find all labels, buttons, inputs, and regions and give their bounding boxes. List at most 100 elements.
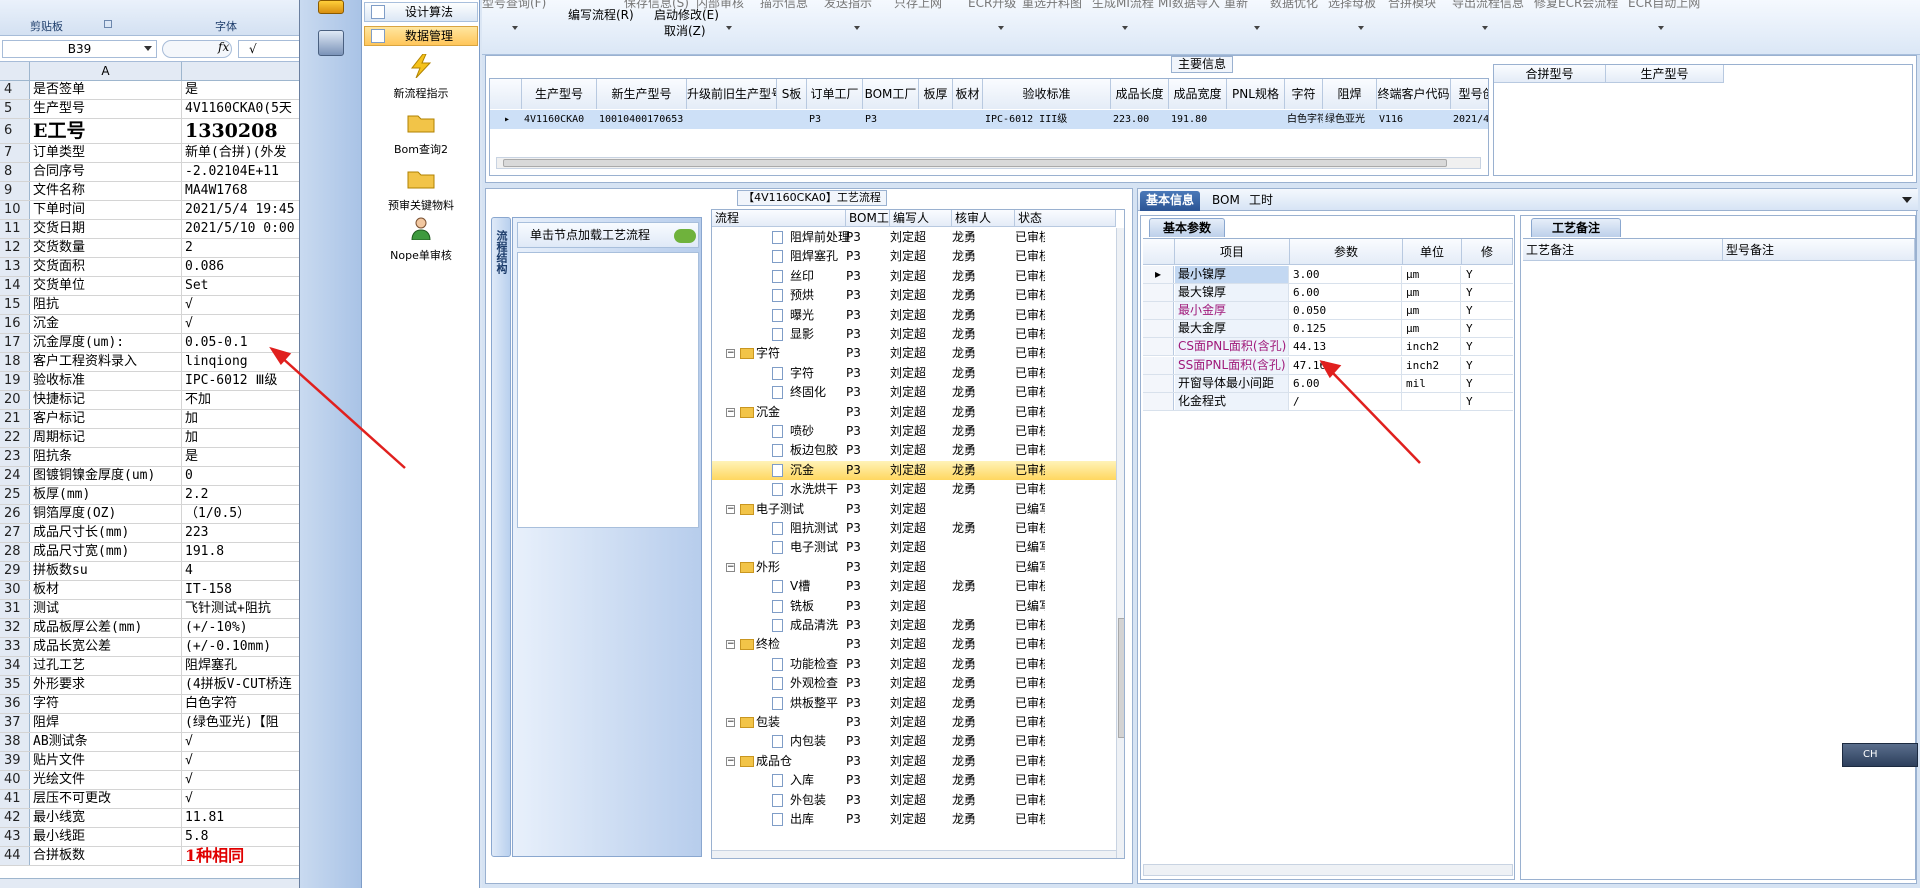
model-grid-cell[interactable]: V116	[1377, 110, 1451, 129]
row-selector-icon[interactable]	[1143, 338, 1174, 356]
tree-row[interactable]: 喷砂 P3 刘定超 龙勇 已审核	[712, 422, 1116, 441]
basic-params-tab[interactable]: 基本参数	[1149, 218, 1225, 237]
chevron-down-icon[interactable]	[854, 26, 860, 30]
model-grid-column-header[interactable]: 终端客户代码	[1377, 79, 1451, 109]
tree-row[interactable]: − 外形 P3 刘定超 已编写	[712, 558, 1116, 577]
row-selector-icon[interactable]: ▸	[1143, 266, 1174, 283]
item-header[interactable]: 项目	[1175, 239, 1290, 265]
cell-value[interactable]: 2.2	[182, 486, 299, 504]
row-number[interactable]: 5	[0, 100, 30, 118]
cell-value[interactable]: linqiong	[182, 353, 299, 371]
toolbar-button[interactable]: 只存上网	[894, 0, 942, 11]
model-grid-cell[interactable]: 4V1160CKA0	[522, 110, 597, 129]
cell-value[interactable]: 白色字符	[182, 695, 299, 713]
chevron-down-icon[interactable]	[144, 46, 152, 51]
row-selector-icon[interactable]	[1143, 374, 1174, 392]
cell-value[interactable]: 加	[182, 429, 299, 447]
model-grid-column-header[interactable]: PNL规格	[1227, 79, 1285, 109]
model-grid-cell[interactable]: 绿色亚光	[1323, 110, 1377, 129]
cell-value[interactable]: -2.02104E+11	[182, 163, 299, 181]
row-number[interactable]: 36	[0, 695, 30, 713]
row-number[interactable]: 31	[0, 600, 30, 618]
tab-work-hours[interactable]: 工时	[1243, 191, 1279, 211]
collapse-icon[interactable]: −	[726, 349, 735, 359]
model-grid-cell[interactable]: P3	[863, 110, 919, 129]
merge-model-header[interactable]: 合拼型号	[1494, 65, 1606, 83]
param-row[interactable]: CS面PNL面积(含孔) 44.13 inch2 Y	[1143, 338, 1513, 357]
param-value[interactable]: 47.16	[1290, 356, 1402, 374]
cell-label[interactable]: 最小线宽	[30, 809, 182, 827]
row-number[interactable]: 9	[0, 182, 30, 200]
model-grid-column-header[interactable]: 成品长度	[1111, 79, 1169, 109]
cell-value[interactable]: 11.81	[182, 809, 299, 827]
row-number[interactable]: 21	[0, 410, 30, 428]
tree-row[interactable]: 入库 P3 刘定超 龙勇 已审核	[712, 771, 1116, 790]
cell-value[interactable]: 5.8	[182, 828, 299, 846]
model-grid-cell[interactable]: 10010400170653	[597, 110, 687, 129]
row-number[interactable]: 32	[0, 619, 30, 637]
nav-new-flow[interactable]: 新流程指示	[362, 53, 480, 101]
select-all-corner[interactable]	[0, 62, 30, 81]
cell-label[interactable]: 成品尺寸宽(mm)	[30, 543, 182, 561]
cell-value[interactable]: （1/0.5）	[182, 505, 299, 523]
row-number[interactable]: 30	[0, 581, 30, 599]
cell-label[interactable]: 成品板厚公差(mm)	[30, 619, 182, 637]
toolbar-button[interactable]: ECR升级	[968, 0, 1016, 11]
param-value[interactable]: /	[1290, 392, 1402, 410]
cell-value[interactable]: 飞针测试+阻抗	[182, 600, 299, 618]
collapse-icon[interactable]: −	[726, 640, 735, 650]
dialog-launcher-icon[interactable]	[104, 20, 112, 28]
row-selector-icon[interactable]	[1143, 356, 1174, 374]
cell-value[interactable]: 1330208	[182, 119, 299, 143]
cell-label[interactable]: 沉金	[30, 315, 182, 333]
model-grid-column-header[interactable]: S板	[777, 79, 807, 109]
tree-row[interactable]: 外包装 P3 刘定超 龙勇 已审核	[712, 791, 1116, 810]
tree-row[interactable]: − 沉金 P3 刘定超 龙勇 已审核	[712, 403, 1116, 422]
collapse-icon[interactable]: −	[726, 562, 735, 572]
param-row[interactable]: 最小金厚 0.050 μm Y	[1143, 302, 1513, 321]
cell-value[interactable]: 不加	[182, 391, 299, 409]
toolbar-button[interactable]: 选择母板	[1328, 0, 1376, 11]
tree-row[interactable]: 阻焊前处理P3 刘定超 龙勇 已审核	[712, 228, 1116, 247]
tree-row[interactable]: 电子测试 P3 刘定超 已编写	[712, 538, 1116, 557]
cell-value[interactable]: 223	[182, 524, 299, 542]
param-value[interactable]: 0.050	[1290, 302, 1402, 320]
row-number[interactable]: 43	[0, 828, 30, 846]
chevron-down-icon[interactable]	[512, 26, 518, 30]
model-grid-cell[interactable]: 223.00	[1111, 110, 1169, 129]
cell-label[interactable]: 成品长宽公差	[30, 638, 182, 656]
row-number[interactable]: 35	[0, 676, 30, 694]
toolbar-button[interactable]: 型号查询(F)	[482, 0, 546, 11]
cell-label[interactable]: 是否签单	[30, 81, 182, 99]
tree-column-header[interactable]: 状态	[1015, 210, 1116, 227]
cell-label[interactable]: 客户工程资料录入	[30, 353, 182, 371]
scroll-thumb[interactable]	[1118, 618, 1124, 738]
chevron-down-icon[interactable]	[1902, 197, 1912, 203]
row-number[interactable]: 8	[0, 163, 30, 181]
process-remark-tab[interactable]: 工艺备注	[1531, 218, 1621, 237]
row-number[interactable]: 29	[0, 562, 30, 580]
cell-label[interactable]: 客户标记	[30, 410, 182, 428]
tree-row[interactable]: 曝光 P3 刘定超 龙勇 已审核	[712, 306, 1116, 325]
model-grid-cell[interactable]: IPC-6012 III级	[983, 110, 1111, 129]
toolbar-button[interactable]: 导出流程信息	[1452, 0, 1524, 11]
model-grid-cell[interactable]: 2021/4/29	[1451, 110, 1488, 129]
cell-value[interactable]: (绿色亚光)【阻	[182, 714, 299, 732]
row-number[interactable]: 24	[0, 467, 30, 485]
collapse-icon[interactable]: −	[726, 718, 735, 727]
chevron-down-icon[interactable]	[1358, 26, 1364, 30]
model-grid-column-header[interactable]: 阻焊	[1323, 79, 1377, 109]
cell-value[interactable]: 4	[182, 562, 299, 580]
nav-data-management[interactable]: 数据管理	[364, 26, 478, 46]
row-number[interactable]: 25	[0, 486, 30, 504]
param-row[interactable]: 化金程式 / Y	[1143, 392, 1513, 411]
cell-value[interactable]: √	[182, 752, 299, 770]
tree-row[interactable]: 预烘 P3 刘定超 龙勇 已审核	[712, 286, 1116, 305]
model-grid-column-header[interactable]: 升级前旧生产型号	[687, 79, 777, 109]
model-grid-column-header[interactable]: 生产型号	[522, 79, 597, 109]
model-grid-column-header[interactable]: BOM工厂	[863, 79, 919, 109]
row-number[interactable]: 10	[0, 201, 30, 219]
row-number[interactable]: 14	[0, 277, 30, 295]
chevron-down-icon[interactable]	[998, 26, 1004, 30]
cell-label[interactable]: 光绘文件	[30, 771, 182, 789]
